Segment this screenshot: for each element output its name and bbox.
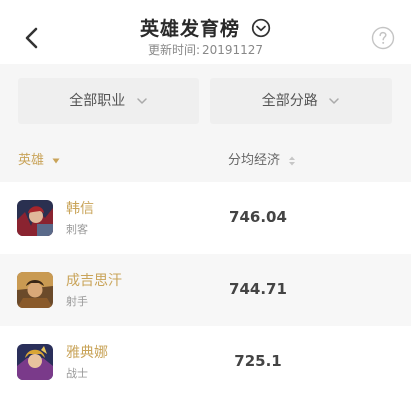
- update-time: 更新时间: 20191127: [0, 41, 411, 58]
- profession-filter-label: 全部职业: [69, 93, 126, 109]
- title-wrap: 英雄发育榜: [0, 14, 411, 41]
- help-icon[interactable]: [371, 26, 395, 50]
- filter-bar: 全部职业 全部分路: [0, 64, 411, 136]
- lane-filter-label: 全部分路: [261, 93, 318, 109]
- hero-name: 韩信: [66, 201, 94, 217]
- hero-economy-value: 746.04: [229, 208, 287, 226]
- update-time-label: 更新时间:: [147, 43, 200, 57]
- hero-name: 雅典娜: [66, 345, 108, 361]
- update-time-value: 20191127: [201, 43, 264, 57]
- hero-avatar: [17, 344, 53, 380]
- sort-desc-icon: [52, 158, 60, 163]
- chevron-down-icon: [329, 98, 339, 104]
- hero-economy-value: 725.1: [234, 352, 282, 370]
- lane-filter-dropdown[interactable]: 全部分路: [210, 78, 392, 124]
- hero-name: 成吉思汗: [66, 273, 122, 289]
- table-row[interactable]: 成吉思汗 射手 744.71: [0, 254, 411, 326]
- hero-avatar: [17, 200, 53, 236]
- chevron-down-circle-icon[interactable]: [251, 18, 271, 38]
- table-header: 英雄 分均经济: [0, 136, 411, 182]
- hero-role: 战士: [66, 367, 88, 380]
- hero-economy-value: 744.71: [229, 280, 287, 298]
- hero-column-header[interactable]: 英雄: [18, 149, 60, 168]
- page-title: 英雄发育榜: [139, 18, 240, 40]
- hero-avatar: [17, 272, 53, 308]
- chevron-down-icon: [136, 98, 147, 104]
- table-row[interactable]: 雅典娜 战士 725.1: [0, 326, 411, 398]
- hero-column-label: 英雄: [18, 153, 45, 168]
- header: 英雄发育榜 更新时间: 20191127: [0, 0, 411, 64]
- economy-column-header[interactable]: 分均经济: [228, 149, 296, 168]
- hero-role: 刺客: [66, 223, 88, 236]
- economy-column-label: 分均经济: [228, 153, 281, 168]
- sort-icon: [289, 156, 296, 165]
- table-row[interactable]: 韩信 刺客 746.04: [0, 182, 411, 254]
- profession-filter-dropdown[interactable]: 全部职业: [18, 78, 199, 124]
- hero-role: 射手: [66, 295, 88, 308]
